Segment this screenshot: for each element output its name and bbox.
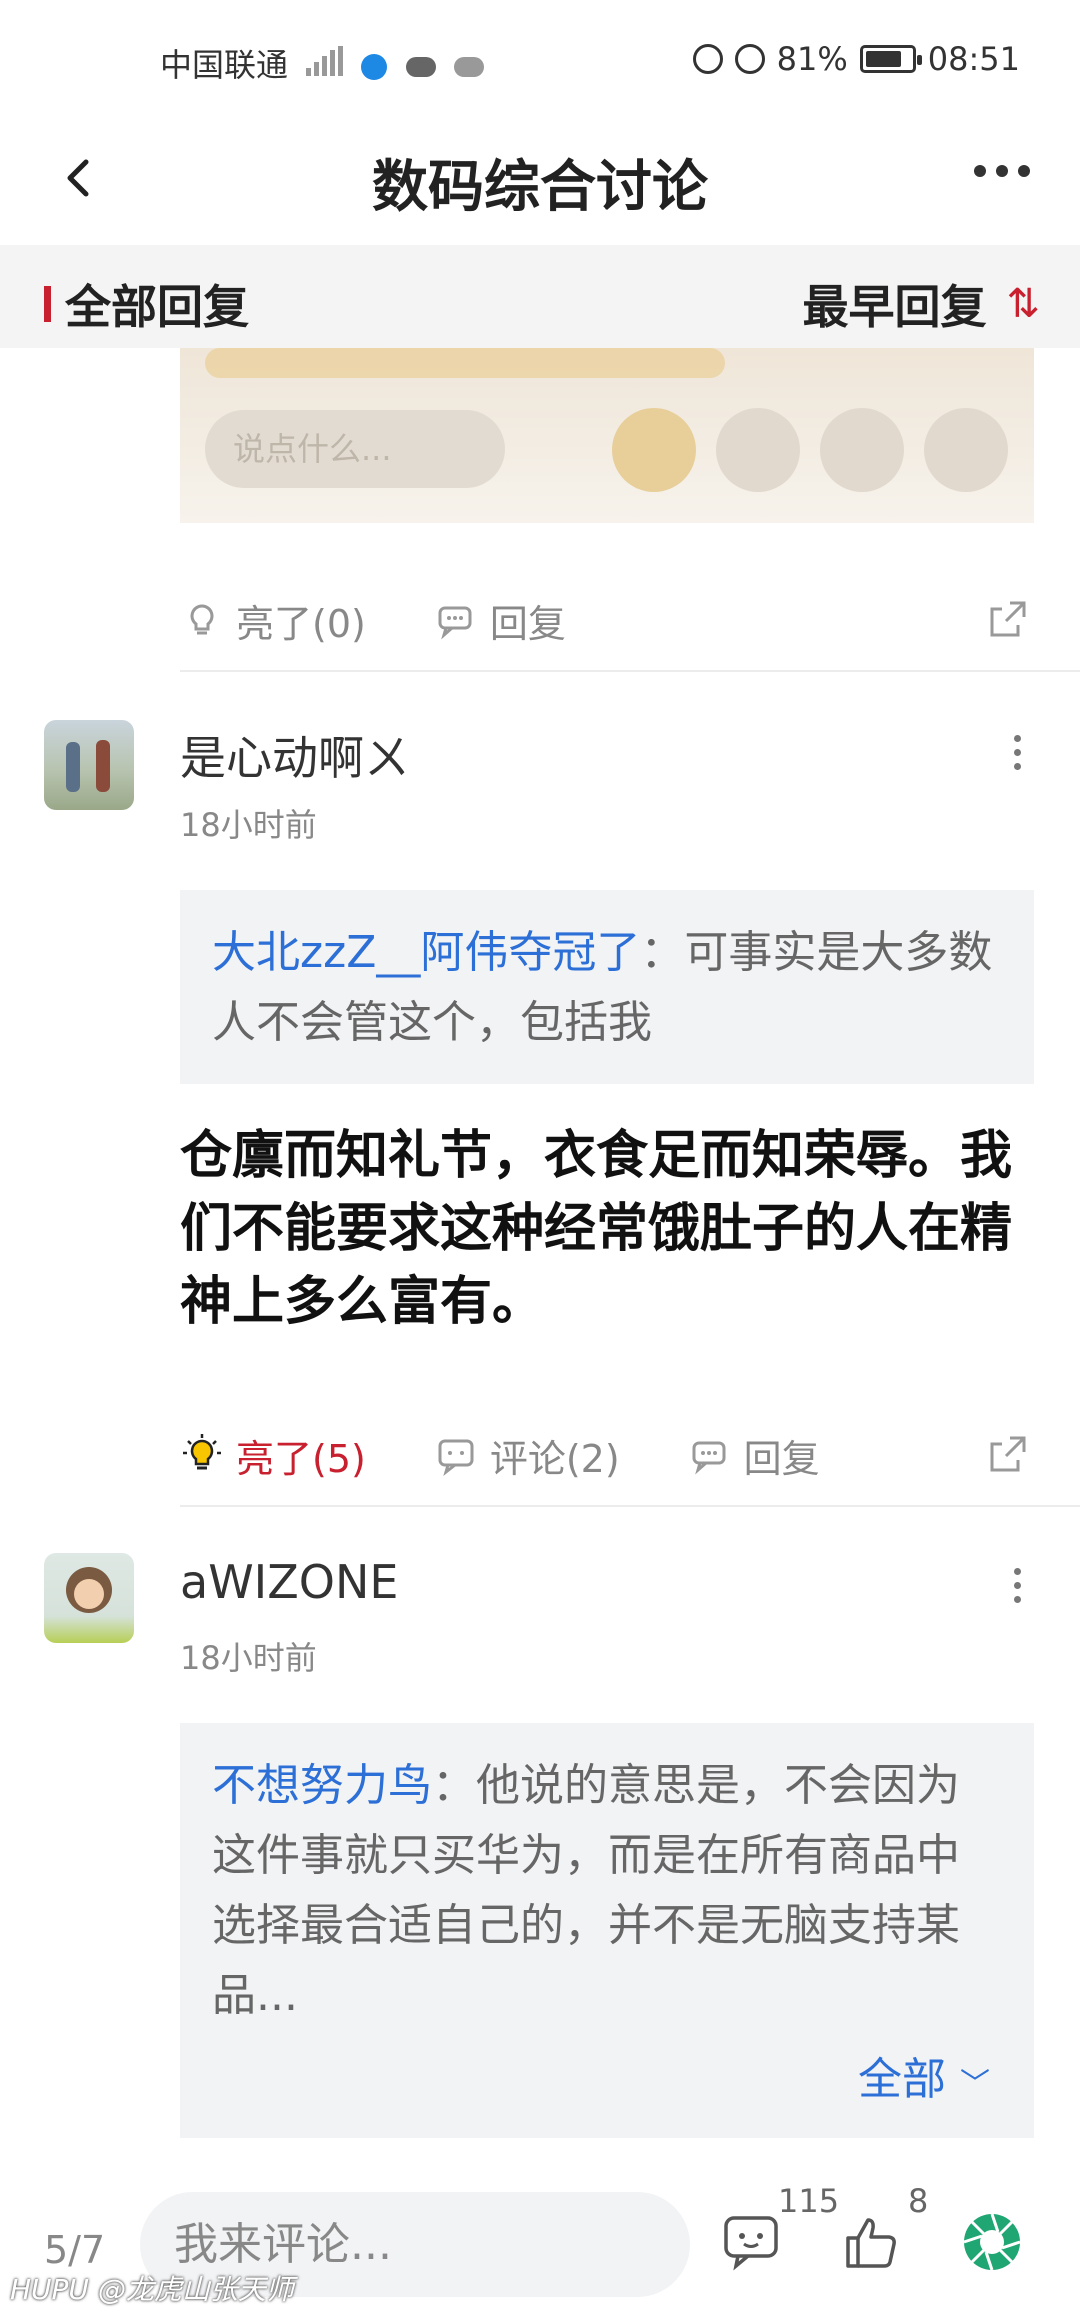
cart-icon <box>612 408 696 492</box>
comment-count: 115 <box>778 2182 840 2220</box>
reply-button[interactable]: 回复 <box>688 1428 820 1483</box>
more-options-icon[interactable] <box>974 165 1030 177</box>
post-content: 仓廪而知礼节，衣食足而知荣辱。我们不能要求这种经常饿肚子的人在精神上多么富有。 <box>180 1126 1013 1332</box>
post-more-icon[interactable] <box>1014 1568 1024 1603</box>
watermark: HUPU @龙虎山张天师 <box>10 2273 294 2306</box>
expand-label: 全部 <box>858 2054 946 2105</box>
reply-bubbles-icon <box>438 606 472 640</box>
light-count: 亮了(0) <box>236 601 366 646</box>
sort-arrows-icon: ⇅ <box>1006 281 1040 327</box>
reply-button[interactable]: 回复 <box>434 593 566 648</box>
menu-icon <box>716 408 800 492</box>
status-right: 81% 08:51 <box>692 40 1020 78</box>
share-icon[interactable] <box>984 1432 1030 1478</box>
gift-icon <box>924 408 1008 492</box>
share-icon[interactable] <box>984 597 1030 643</box>
lightbulb-icon <box>190 604 214 635</box>
tab-all-replies[interactable]: 全部回复 <box>44 271 249 337</box>
active-marker <box>44 286 51 322</box>
post-actions: 亮了(5) 评论(2) 回复 <box>180 1410 1080 1500</box>
image-banner <box>205 348 725 378</box>
divider <box>180 1505 1080 1507</box>
battery-level <box>865 51 902 67</box>
sort-bar: 全部回复 最早回复 ⇅ <box>0 245 1080 348</box>
status-bar: 中国联通 81% 08:51 <box>0 0 1080 120</box>
avatar[interactable] <box>44 720 134 810</box>
post-time: 18小时前 <box>180 806 317 844</box>
quoted-reply[interactable]: 大北zzZ__阿伟夺冠了：可事实是大多数人不会管这个，包括我 <box>180 890 1034 1084</box>
comment-icon <box>438 1439 474 1477</box>
aperture-icon[interactable] <box>960 2210 1024 2274</box>
cloud-icon-2 <box>453 57 484 77</box>
all-replies-label: 全部回复 <box>65 280 249 334</box>
post-actions: 亮了(0) 回复 <box>180 575 1080 665</box>
alarm-icon <box>734 44 765 74</box>
battery-percent: 81% <box>776 40 848 78</box>
sort-toggle[interactable]: 最早回复 ⇅ <box>802 271 1040 337</box>
chevron-down-icon: ﹀ <box>960 2067 990 2102</box>
signal-icon <box>306 46 344 76</box>
username[interactable]: 是心动啊ㄨ <box>180 722 410 788</box>
reply-label: 回复 <box>743 1436 820 1481</box>
clock: 08:51 <box>927 40 1020 78</box>
divider <box>180 670 1080 672</box>
cloud-icon <box>405 57 436 77</box>
comment-button[interactable]: 评论(2) <box>434 1428 620 1483</box>
thumbs-up-icon[interactable] <box>840 2210 904 2274</box>
light-button[interactable]: 亮了(5) <box>180 1428 366 1483</box>
post-image[interactable]: 说点什么... <box>180 348 1034 523</box>
battery-icon <box>859 45 922 73</box>
comments-icon[interactable] <box>720 2210 784 2274</box>
top-nav: 数码综合讨论 <box>0 120 1080 245</box>
page-title: 数码综合讨论 <box>372 155 708 220</box>
quoted-reply[interactable]: 不想努力鸟：他说的意思是，不会因为这件事就只买华为，而是在所有商品中选择最合适自… <box>180 1723 1034 2138</box>
lightbulb-lit-icon <box>183 1434 221 1470</box>
carrier-label: 中国联通 <box>160 40 484 86</box>
network-icon <box>361 54 388 80</box>
like-count: 8 <box>908 2182 929 2220</box>
username[interactable]: aWIZONE <box>180 1555 398 1609</box>
carrier-name: 中国联通 <box>160 46 289 84</box>
reply-label: 回复 <box>489 601 566 646</box>
page-indicator[interactable]: 5/7 <box>44 2228 105 2272</box>
sort-label: 最早回复 <box>802 280 987 334</box>
light-button[interactable]: 亮了(0) <box>180 593 366 648</box>
light-count: 亮了(5) <box>236 1436 366 1481</box>
quote-username[interactable]: 不想努力鸟 <box>212 1760 432 1811</box>
comment-count: 评论(2) <box>489 1436 620 1481</box>
edit-icon <box>820 408 904 492</box>
post-time: 18小时前 <box>180 1639 317 1677</box>
quote-username[interactable]: 大北zzZ__阿伟夺冠了 <box>212 927 640 978</box>
image-input-placeholder: 说点什么... <box>205 410 505 488</box>
vibrate-icon <box>692 44 723 74</box>
reply-bubbles-icon <box>692 1441 726 1475</box>
expand-all-button[interactable]: 全部 ﹀ <box>858 2045 990 2120</box>
avatar[interactable] <box>44 1553 134 1643</box>
post-more-icon[interactable] <box>1014 735 1024 770</box>
